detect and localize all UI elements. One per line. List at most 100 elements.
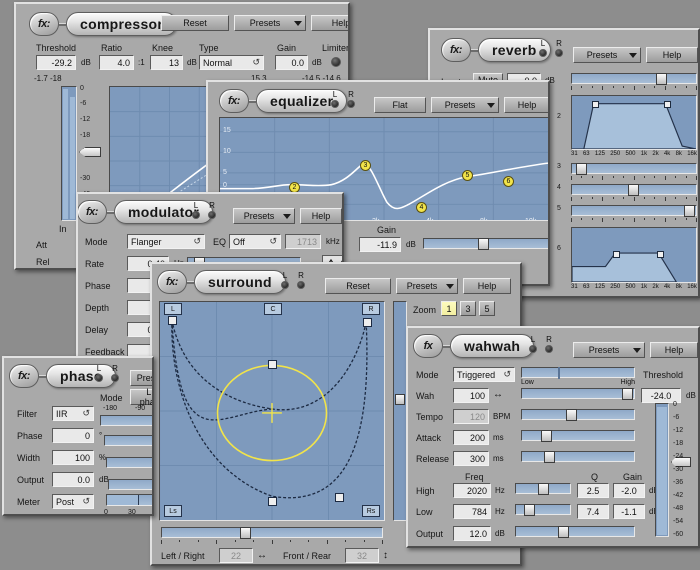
- surround-help-button[interactable]: Help: [463, 278, 511, 294]
- led-l-icon[interactable]: [539, 49, 547, 57]
- spinner-icon[interactable]: ↺: [193, 236, 201, 247]
- led-r-icon[interactable]: [545, 345, 553, 353]
- window-wahwah[interactable]: fx wahwah L R Presets Help Mode Triggere…: [406, 326, 700, 548]
- wahwah-presets-combo[interactable]: Presets: [573, 342, 645, 358]
- wahwah-mode-select[interactable]: Triggered ↺: [453, 367, 515, 382]
- compressor-limiter-toggle[interactable]: [331, 57, 341, 67]
- wahwah-attack-slider[interactable]: [521, 430, 635, 442]
- wahwah-wah-input[interactable]: 100: [453, 388, 489, 403]
- surround-zoom-slider[interactable]: [393, 301, 407, 521]
- phase-width-input[interactable]: 100: [52, 450, 94, 465]
- eq-node[interactable]: 5: [462, 170, 473, 181]
- compressor-threshold-input[interactable]: -29.2: [36, 55, 76, 70]
- slider-thumb[interactable]: [628, 184, 639, 196]
- wahwah-output-slider[interactable]: [515, 526, 635, 538]
- phase-meter-select[interactable]: Post ↺: [52, 494, 94, 509]
- reverb-help-button[interactable]: Help: [646, 47, 698, 63]
- wahwah-low-freq-input[interactable]: 784: [453, 504, 491, 519]
- surround-zoom-option-5[interactable]: 5: [479, 301, 495, 316]
- speaker-r-icon[interactable]: R: [362, 303, 380, 315]
- led-l-icon[interactable]: [95, 374, 103, 382]
- equalizer-gain-input[interactable]: -11.9: [359, 237, 401, 252]
- led-l-icon[interactable]: [281, 281, 289, 289]
- reverb-param-slider-2[interactable]: [571, 184, 697, 196]
- reverb-param-slider-3[interactable]: [571, 205, 697, 217]
- modulator-eq-select[interactable]: Off ↺: [229, 234, 281, 249]
- slider-thumb[interactable]: [576, 163, 587, 175]
- wahwah-release-slider[interactable]: [521, 451, 635, 463]
- phase-output-input[interactable]: 0.0: [52, 472, 94, 487]
- spinner-icon[interactable]: ↺: [503, 369, 511, 380]
- window-phase[interactable]: fx: phase L R Presets Mode LR phase -180…: [2, 356, 154, 516]
- led-r-icon[interactable]: [297, 281, 305, 289]
- led-r-icon[interactable]: [555, 49, 563, 57]
- modulator-mode-select[interactable]: Flanger ↺: [127, 234, 205, 249]
- spinner-icon[interactable]: ↺: [82, 408, 90, 419]
- slider-thumb[interactable]: [622, 388, 633, 400]
- compressor-knee-input[interactable]: 13: [150, 55, 183, 70]
- speaker-ls-icon[interactable]: Ls: [164, 505, 182, 517]
- wahwah-attack-input[interactable]: 200: [453, 430, 489, 445]
- reverb-master-slider[interactable]: [571, 73, 697, 85]
- wahwah-low-gain-input[interactable]: -1.1: [613, 504, 645, 519]
- spinner-icon[interactable]: ↺: [82, 496, 90, 507]
- compressor-presets-combo[interactable]: Presets: [234, 15, 306, 31]
- surround-zoom-option-1[interactable]: 1: [441, 301, 457, 316]
- speaker-c-icon[interactable]: C: [264, 303, 282, 315]
- wahwah-low-q-input[interactable]: 7.4: [577, 504, 609, 519]
- surround-lr-input[interactable]: 22: [219, 548, 253, 563]
- surround-handle[interactable]: [168, 316, 177, 325]
- surround-handle[interactable]: [363, 318, 372, 327]
- compressor-help-button[interactable]: Help: [311, 15, 348, 31]
- led-l-icon[interactable]: [331, 100, 339, 108]
- eq-node[interactable]: 4: [416, 202, 427, 213]
- slider-thumb[interactable]: [558, 526, 569, 538]
- slider-thumb[interactable]: [544, 451, 555, 463]
- equalizer-gain-slider[interactable]: [423, 238, 548, 250]
- phase-phase-input[interactable]: 0: [52, 428, 94, 443]
- equalizer-flat-button[interactable]: Flat: [374, 97, 426, 113]
- phase-mode-combo[interactable]: LR phase: [130, 387, 152, 407]
- eq-node-handle[interactable]: [664, 101, 671, 108]
- slider-thumb[interactable]: [541, 430, 552, 442]
- phase-bar-2[interactable]: [106, 457, 152, 468]
- reverb-eq-graph-2[interactable]: [571, 227, 697, 283]
- slider-thumb[interactable]: [566, 409, 577, 421]
- slider-thumb[interactable]: [656, 73, 667, 85]
- slider-thumb[interactable]: [538, 483, 549, 495]
- wahwah-release-input[interactable]: 300: [453, 451, 489, 466]
- wahwah-low-slider[interactable]: [515, 504, 571, 516]
- wahwah-wah-slider[interactable]: [521, 388, 635, 400]
- surround-zoom-option-3[interactable]: 3: [460, 301, 476, 316]
- reverb-presets-combo[interactable]: Presets: [573, 47, 641, 63]
- eq-node-handle[interactable]: [657, 251, 664, 258]
- reverb-eq-graph-1[interactable]: [571, 95, 697, 150]
- wahwah-tempo-input[interactable]: 120: [453, 409, 489, 424]
- modulator-help-button[interactable]: Help: [300, 208, 342, 224]
- compressor-ratio-input[interactable]: 4.0: [99, 55, 134, 70]
- surround-fr-input[interactable]: 32: [345, 548, 379, 563]
- slider-thumb[interactable]: [240, 527, 251, 539]
- surround-handle[interactable]: [335, 493, 344, 502]
- compressor-reset-button[interactable]: Reset: [161, 15, 229, 31]
- led-l-icon[interactable]: [192, 211, 200, 219]
- eq-node-handle[interactable]: [592, 101, 599, 108]
- slider-thumb[interactable]: [524, 504, 535, 516]
- wahwah-high-q-input[interactable]: 2.5: [577, 483, 609, 498]
- speaker-l-icon[interactable]: L: [164, 303, 182, 315]
- slider-thumb[interactable]: [684, 205, 695, 217]
- eq-node[interactable]: 6: [503, 176, 514, 187]
- speaker-rs-icon[interactable]: Rs: [362, 505, 380, 517]
- phase-bar-1[interactable]: [104, 435, 152, 446]
- wahwah-tempo-slider[interactable]: [521, 409, 635, 421]
- surround-reset-button[interactable]: Reset: [325, 278, 391, 294]
- wahwah-high-gain-input[interactable]: -2.0: [613, 483, 645, 498]
- wahwah-output-input[interactable]: 12.0: [453, 526, 491, 541]
- wahwah-range-slider[interactable]: [521, 367, 635, 379]
- wahwah-high-freq-input[interactable]: 2020: [453, 483, 491, 498]
- slider-thumb[interactable]: [478, 238, 489, 250]
- spinner-icon[interactable]: ↺: [269, 236, 277, 247]
- equalizer-help-button[interactable]: Help: [504, 97, 548, 113]
- equalizer-presets-combo[interactable]: Presets: [431, 97, 499, 113]
- led-r-icon[interactable]: [208, 211, 216, 219]
